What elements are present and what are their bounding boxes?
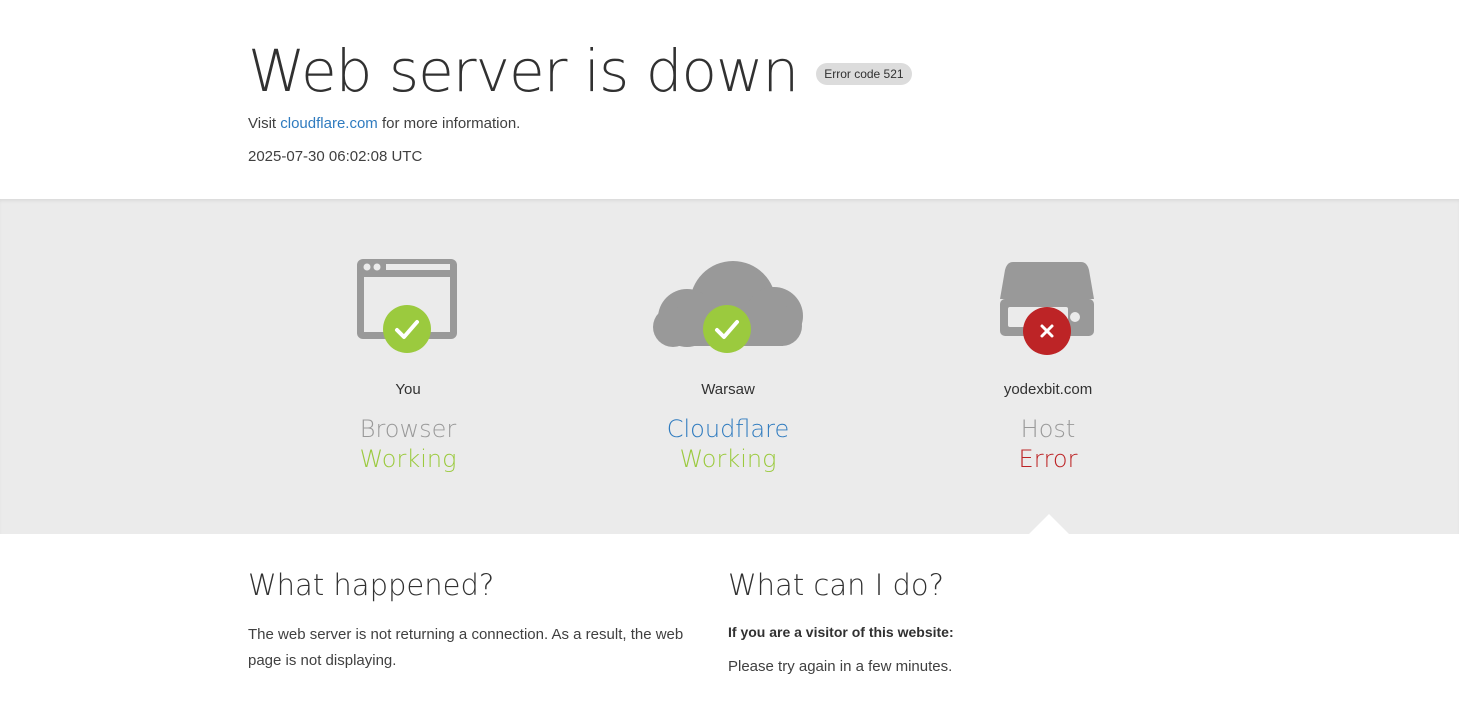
- cloudflare-link[interactable]: cloudflare.com: [280, 115, 378, 132]
- info-section: What happened? The web server is not ret…: [0, 534, 1459, 705]
- x-icon: [1023, 307, 1071, 355]
- visit-prefix: Visit: [248, 115, 277, 132]
- status-role: Host: [1020, 415, 1076, 443]
- title-row: Web server is down Error code 521: [248, 36, 912, 106]
- server-icon: [888, 254, 1208, 364]
- status-band: You Browser Working Warsaw Cloudflare Wo…: [0, 199, 1459, 534]
- status-role-link[interactable]: Cloudflare: [568, 415, 888, 443]
- page-header-wrap: Web server is down Error code 521 Visit …: [248, 0, 1211, 199]
- cloud-icon: [568, 254, 888, 364]
- what-can-i-do-title: What can I do?: [728, 568, 945, 602]
- status-location: yodexbit.com: [1003, 381, 1093, 398]
- status-location: Warsaw: [701, 381, 755, 398]
- visit-line: Visit cloudflare.com for more informatio…: [248, 115, 520, 132]
- page-header: Web server is down Error code 521 Visit …: [248, 0, 1211, 199]
- visitor-text: Please try again in a few minutes.: [728, 658, 953, 675]
- status-role: Browser: [359, 415, 457, 443]
- browser-icon: [248, 254, 568, 364]
- visitor-label: If you are a visitor of this website:: [728, 624, 954, 640]
- check-icon: [383, 305, 431, 353]
- active-status-pointer: [1029, 514, 1069, 534]
- what-happened-text: The web server is not returning a connec…: [248, 626, 684, 669]
- status-state: Working: [679, 445, 777, 473]
- timestamp: 2025-07-30 06:02:08 UTC: [248, 148, 423, 165]
- check-icon: [703, 305, 751, 353]
- error-code-badge: Error code 521: [816, 63, 912, 85]
- visit-suffix: for more information.: [381, 115, 521, 132]
- what-happened-title: What happened?: [248, 568, 495, 602]
- page-title: Web server is down: [248, 37, 799, 105]
- status-location: You: [395, 381, 421, 398]
- status-state: Error: [1018, 445, 1078, 473]
- status-state: Working: [359, 445, 457, 473]
